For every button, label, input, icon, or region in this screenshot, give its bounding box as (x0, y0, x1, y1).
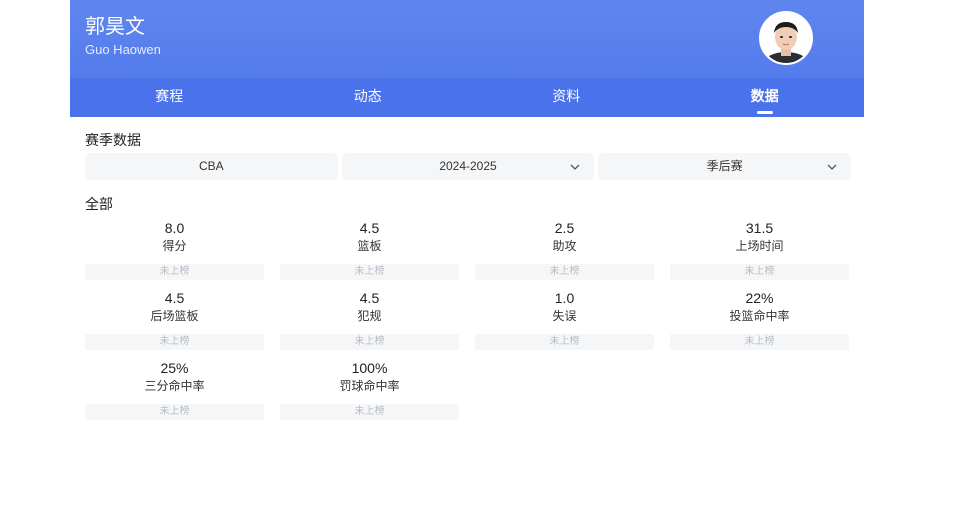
stat-rebounds: 4.5 篮板 未上榜 (280, 220, 459, 280)
stat-rank-badge: 未上榜 (670, 264, 849, 280)
stat-rank-badge: 未上榜 (280, 404, 459, 420)
stat-value: 4.5 (359, 290, 380, 306)
player-name-cn: 郭昊文 (85, 14, 145, 38)
stat-value: 2.5 (554, 220, 575, 236)
stat-label: 篮板 (357, 239, 382, 253)
chevron-down-icon (570, 153, 580, 180)
tab-profile[interactable]: 资料 (467, 78, 666, 117)
stat-value: 4.5 (359, 220, 380, 236)
stat-value: 1.0 (554, 290, 575, 306)
stat-ft-percentage: 100% 罚球命中率 未上榜 (280, 360, 459, 420)
stat-rank-badge: 未上榜 (280, 334, 459, 350)
season-select-label: 2024-2025 (439, 159, 497, 173)
tab-news[interactable]: 动态 (269, 78, 468, 117)
stat-defensive-rebounds: 4.5 后场篮板 未上榜 (85, 290, 264, 350)
stat-label: 上场时间 (735, 239, 784, 253)
section-title: 赛季数据 (85, 133, 141, 149)
stat-value: 25% (160, 360, 189, 376)
player-data-page: 郭昊文 Guo Haowen 赛程 动态 资料 数据 赛季数据 CBA 2024 (70, 0, 864, 513)
stat-value: 31.5 (745, 220, 774, 236)
stat-value: 4.5 (164, 290, 185, 306)
stat-points: 8.0 得分 未上榜 (85, 220, 264, 280)
player-photo-icon (761, 13, 811, 63)
stat-minutes: 31.5 上场时间 未上榜 (670, 220, 849, 280)
chevron-down-icon (827, 153, 837, 180)
stat-value: 8.0 (164, 220, 185, 236)
stat-label: 罚球命中率 (339, 379, 400, 393)
player-header: 郭昊文 Guo Haowen (70, 0, 864, 78)
game-type-select-label: 季后赛 (706, 159, 743, 173)
game-type-select[interactable]: 季后赛 (598, 153, 852, 180)
stat-label: 投篮命中率 (729, 309, 790, 323)
stat-label: 失误 (552, 309, 577, 323)
stat-turnovers: 1.0 失误 未上榜 (475, 290, 654, 350)
stat-rank-badge: 未上榜 (85, 404, 264, 420)
stat-value: 100% (351, 360, 388, 376)
league-filter[interactable]: CBA (85, 153, 338, 180)
stat-3pt-percentage: 25% 三分命中率 未上榜 (85, 360, 264, 420)
stat-rank-badge: 未上榜 (670, 334, 849, 350)
stat-rank-badge: 未上榜 (475, 264, 654, 280)
stat-label: 助攻 (552, 239, 577, 253)
stat-rank-badge: 未上榜 (85, 264, 264, 280)
stat-label: 得分 (162, 239, 187, 253)
player-name-en: Guo Haowen (85, 42, 161, 57)
stat-fouls: 4.5 犯规 未上榜 (280, 290, 459, 350)
stat-rank-badge: 未上榜 (280, 264, 459, 280)
stat-label: 三分命中率 (144, 379, 205, 393)
stat-fg-percentage: 22% 投篮命中率 未上榜 (670, 290, 849, 350)
stat-assists: 2.5 助攻 未上榜 (475, 220, 654, 280)
stat-label: 后场篮板 (150, 309, 199, 323)
tab-stats[interactable]: 数据 (666, 78, 865, 117)
player-avatar (759, 11, 813, 65)
stat-value: 22% (745, 290, 774, 306)
stat-rank-badge: 未上榜 (475, 334, 654, 350)
season-select[interactable]: 2024-2025 (341, 153, 595, 180)
stats-grid: 8.0 得分 未上榜 4.5 篮板 未上榜 2.5 助攻 未上榜 31.5 上场… (85, 220, 865, 420)
tab-bar: 赛程 动态 资料 数据 (70, 78, 864, 117)
all-stats-label: 全部 (85, 197, 113, 213)
filter-bar: CBA 2024-2025 季后赛 (85, 153, 852, 180)
tab-schedule[interactable]: 赛程 (70, 78, 269, 117)
league-filter-label: CBA (198, 159, 224, 173)
stat-rank-badge: 未上榜 (85, 334, 264, 350)
stat-label: 犯规 (357, 309, 382, 323)
